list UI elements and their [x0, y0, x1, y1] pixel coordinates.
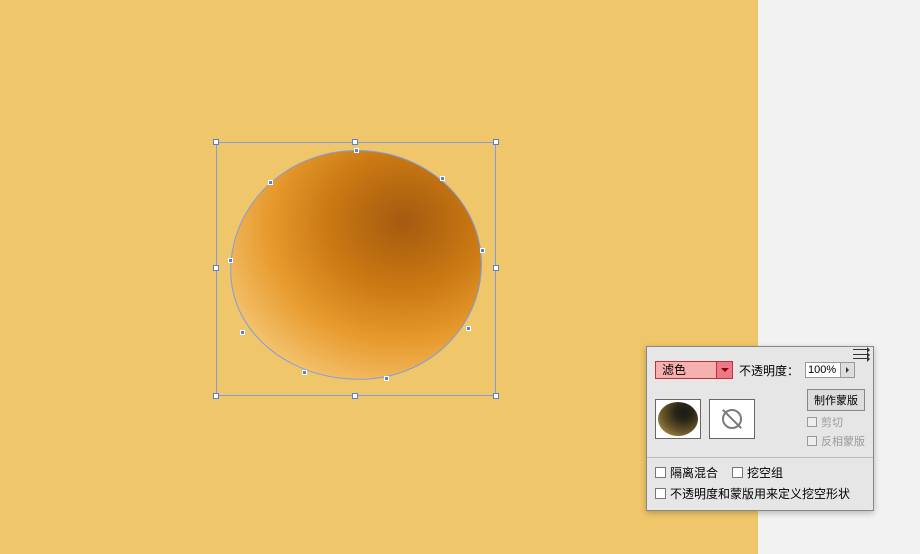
opacity-label: 不透明度： — [739, 362, 799, 379]
path-anchor[interactable] — [302, 370, 307, 375]
path-anchor[interactable] — [268, 180, 273, 185]
checkbox-icon — [807, 417, 817, 427]
gradient-preview-icon — [658, 402, 698, 436]
path-anchor[interactable] — [354, 148, 359, 153]
opacity-mask-knockout-label: 不透明度和蒙版用来定义挖空形状 — [670, 485, 850, 502]
resize-handle-bm[interactable] — [352, 393, 358, 399]
resize-handle-tl[interactable] — [213, 139, 219, 145]
path-anchor[interactable] — [480, 248, 485, 253]
selection-bounding-box[interactable] — [216, 142, 496, 396]
checkbox-icon — [655, 467, 666, 478]
no-mask-icon — [722, 409, 742, 429]
make-mask-button[interactable]: 制作蒙版 — [807, 389, 865, 411]
clip-label: 剪切 — [821, 414, 843, 430]
chevron-down-icon[interactable] — [716, 362, 732, 378]
mask-thumbnail[interactable] — [709, 399, 755, 439]
path-anchor[interactable] — [440, 176, 445, 181]
resize-handle-ml[interactable] — [213, 265, 219, 271]
isolate-blending-checkbox[interactable]: 隔离混合 — [655, 464, 718, 481]
checkbox-icon — [732, 467, 743, 478]
canvas-area[interactable] — [0, 0, 758, 554]
path-anchor[interactable] — [384, 376, 389, 381]
blend-mode-dropdown[interactable]: 滤色 — [655, 361, 733, 379]
path-anchor[interactable] — [240, 330, 245, 335]
opacity-mask-knockout-checkbox[interactable]: 不透明度和蒙版用来定义挖空形状 — [655, 485, 865, 502]
clip-checkbox: 剪切 — [807, 414, 865, 430]
transparency-panel: 滤色 不透明度： 制作蒙版 剪切 反相蒙版 — [646, 346, 874, 511]
panel-menu-icon[interactable] — [853, 349, 869, 359]
path-anchor[interactable] — [228, 258, 233, 263]
resize-handle-tr[interactable] — [493, 139, 499, 145]
checkbox-icon — [655, 488, 666, 499]
object-thumbnail[interactable] — [655, 399, 701, 439]
resize-handle-bl[interactable] — [213, 393, 219, 399]
opacity-input[interactable] — [805, 362, 841, 378]
resize-handle-tm[interactable] — [352, 139, 358, 145]
path-anchor[interactable] — [466, 326, 471, 331]
resize-handle-mr[interactable] — [493, 265, 499, 271]
invert-mask-checkbox: 反相蒙版 — [807, 433, 865, 449]
knockout-group-label: 挖空组 — [747, 464, 783, 481]
checkbox-icon — [807, 436, 817, 446]
isolate-blending-label: 隔离混合 — [670, 464, 718, 481]
invert-mask-label: 反相蒙版 — [821, 433, 865, 449]
opacity-stepper[interactable] — [841, 362, 855, 378]
resize-handle-br[interactable] — [493, 393, 499, 399]
blend-mode-value: 滤色 — [656, 362, 716, 378]
knockout-group-checkbox[interactable]: 挖空组 — [732, 464, 783, 481]
